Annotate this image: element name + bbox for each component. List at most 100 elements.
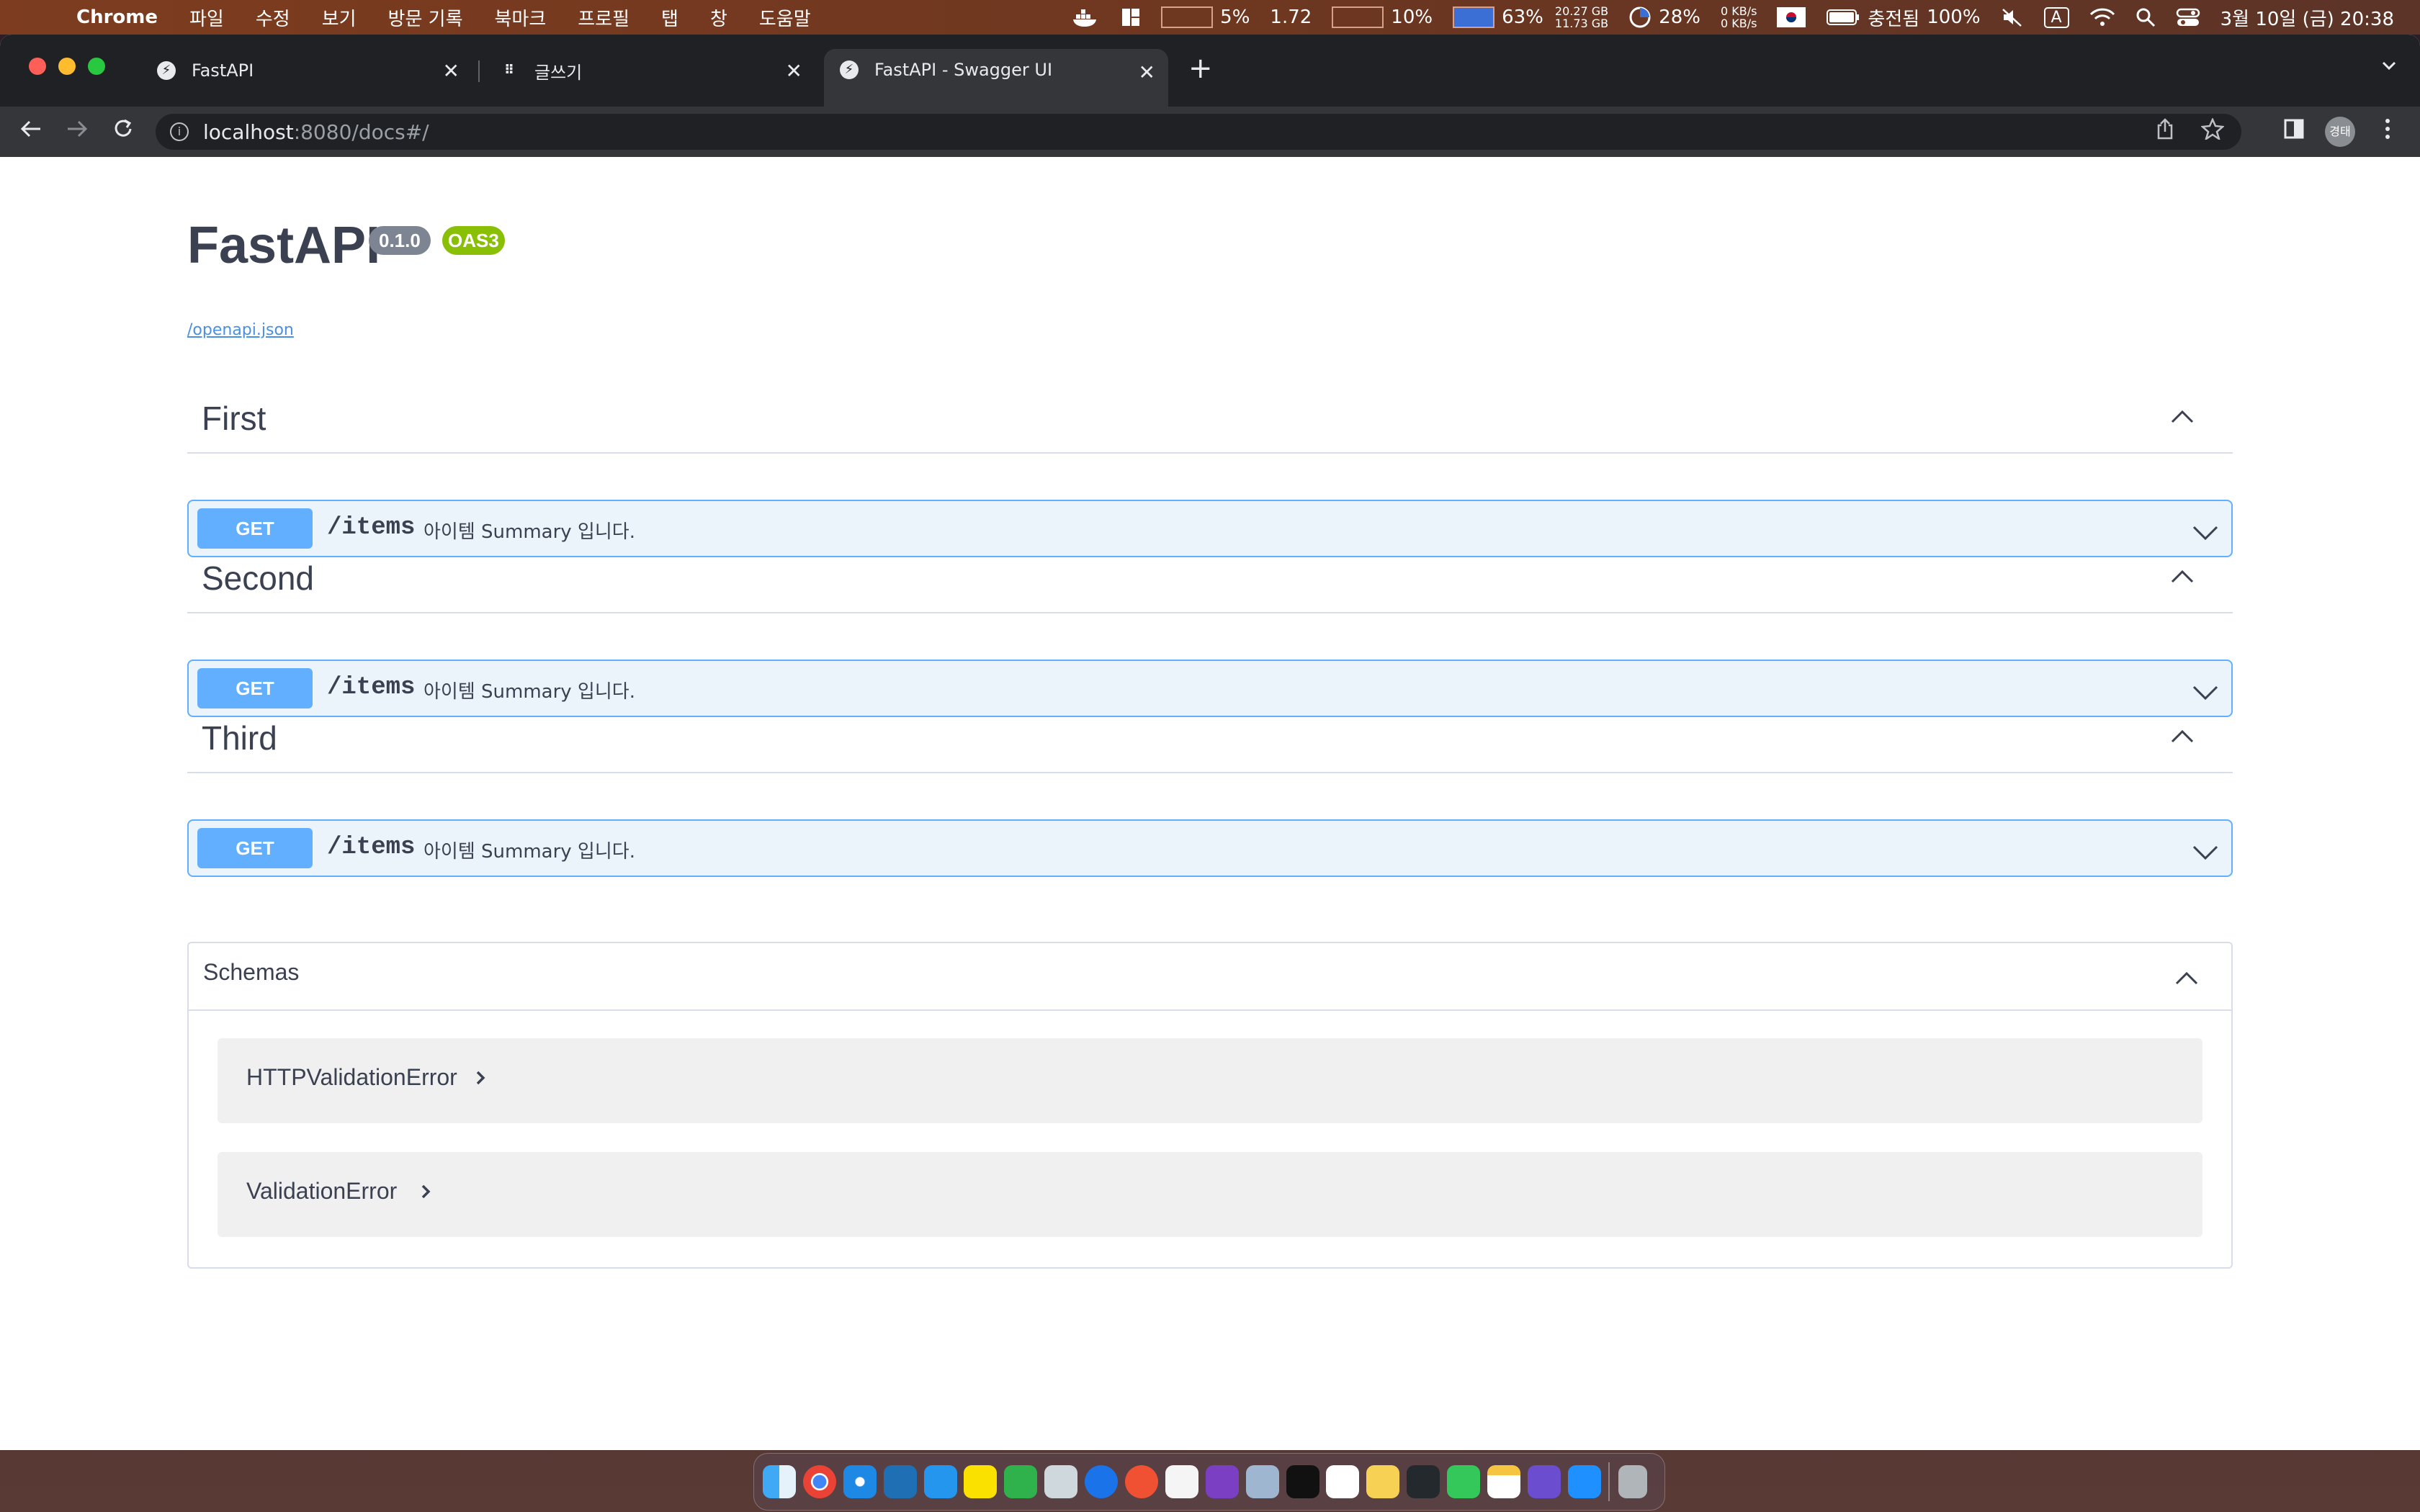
tag-name: First <box>202 400 266 437</box>
menu-tab[interactable]: 탭 <box>661 4 678 31</box>
chevron-down-icon[interactable] <box>2191 677 2220 706</box>
menu-window[interactable]: 창 <box>710 4 727 31</box>
tag-section-third[interactable]: Third <box>187 704 2233 773</box>
tab-fastapi[interactable]: ⚡ FastAPI ✕ <box>141 50 472 91</box>
new-tab-plus-icon[interactable]: + <box>1188 52 1213 85</box>
menu-help[interactable]: 도움말 <box>759 4 811 31</box>
notes-icon[interactable] <box>1487 1465 1521 1498</box>
finder-icon[interactable] <box>763 1465 796 1498</box>
tag-section-first[interactable]: First <box>187 384 2233 454</box>
profile-avatar[interactable]: 경태 <box>2325 117 2355 147</box>
messages-icon[interactable] <box>1004 1465 1038 1498</box>
bookmark-star-icon[interactable] <box>2200 117 2225 145</box>
docker-icon[interactable] <box>1072 7 1101 27</box>
safari-icon[interactable] <box>843 1465 877 1498</box>
stickies-icon[interactable] <box>1366 1465 1400 1498</box>
chevron-down-icon[interactable] <box>2191 517 2220 546</box>
battery-icon <box>1827 9 1860 25</box>
virtualbox-icon[interactable] <box>1245 1465 1279 1498</box>
trash-icon[interactable] <box>1618 1465 1647 1498</box>
forward-arrow-icon[interactable] <box>62 117 92 147</box>
tab-search-chevron-down-icon[interactable] <box>2380 56 2398 80</box>
schema-model-httpvalidationerror[interactable]: HTTPValidationError <box>218 1038 2202 1123</box>
url-host: localhost <box>203 120 294 144</box>
operation-path: /items <box>327 674 416 701</box>
facetime-icon[interactable] <box>1447 1465 1481 1498</box>
tab-close-icon[interactable]: ✕ <box>443 59 460 83</box>
load-monitor[interactable]: 1.72 <box>1270 6 1312 28</box>
clock[interactable]: 3월 10일 (금) 20:38 <box>2220 4 2394 31</box>
schema-model-validationerror[interactable]: ValidationError <box>218 1152 2202 1237</box>
preview-icon[interactable] <box>1044 1465 1078 1498</box>
network-monitor[interactable]: 0 KB/s 0 KB/s <box>1721 5 1757 30</box>
github-icon[interactable] <box>1407 1465 1440 1498</box>
operation-get-items-third[interactable]: GET /items 아이템 Summary 입니다. <box>187 819 2233 877</box>
more-menu-icon[interactable] <box>2372 117 2403 147</box>
memory-monitor[interactable]: 63% 20.27 GB 11.73 GB <box>1453 5 1608 30</box>
input-source-label: A <box>2043 6 2069 28</box>
cpu-graph <box>1161 6 1214 28</box>
menu-bookmarks[interactable]: 북마크 <box>495 4 547 31</box>
spotlight-search-icon[interactable] <box>2136 7 2156 27</box>
menu-history[interactable]: 방문 기록 <box>388 4 463 31</box>
wifi-icon[interactable] <box>2089 7 2115 27</box>
chevron-up-icon[interactable] <box>2168 721 2197 750</box>
version-badge: 0.1.0 <box>369 226 431 255</box>
reload-icon[interactable] <box>108 117 138 147</box>
side-panel-icon[interactable] <box>2279 117 2309 147</box>
cpu-monitor[interactable]: 5% <box>1161 6 1250 28</box>
mute-icon[interactable] <box>2001 7 2024 27</box>
openapi-json-link[interactable]: /openapi.json <box>187 321 294 339</box>
battery-percent: 100% <box>1927 6 1981 28</box>
gpu-monitor[interactable]: 10% <box>1332 6 1433 28</box>
chevron-right-icon[interactable] <box>474 1067 488 1094</box>
notes-app-icon[interactable] <box>1165 1465 1198 1498</box>
menu-view[interactable]: 보기 <box>322 4 357 31</box>
back-arrow-icon[interactable] <box>16 117 46 147</box>
cpu-percent: 5% <box>1220 6 1250 28</box>
tableplus-icon[interactable] <box>1527 1465 1561 1498</box>
menu-profiles[interactable]: 프로필 <box>578 4 629 31</box>
app-store-icon[interactable] <box>1567 1465 1601 1498</box>
chevron-up-icon[interactable] <box>2168 402 2197 431</box>
chevron-up-icon[interactable] <box>2172 963 2201 992</box>
kakaotalk-icon[interactable] <box>964 1465 998 1498</box>
tab-close-icon[interactable]: ✕ <box>786 59 802 83</box>
visual-studio-icon[interactable] <box>1205 1465 1239 1498</box>
tag-section-second[interactable]: Second <box>187 544 2233 613</box>
operation-path: /items <box>327 834 416 861</box>
chevron-right-icon[interactable] <box>419 1181 434 1208</box>
docker-icon[interactable] <box>923 1465 957 1498</box>
chrome-icon[interactable] <box>802 1465 836 1498</box>
menu-file[interactable]: 파일 <box>189 4 224 31</box>
disk-monitor[interactable]: 28% <box>1628 6 1700 29</box>
tag-name: Third <box>202 719 277 757</box>
url-path: :8080/docs#/ <box>293 120 429 144</box>
tab-close-icon[interactable]: ✕ <box>1139 60 1155 84</box>
dev-tool-icon[interactable] <box>1125 1465 1159 1498</box>
apple-icon[interactable] <box>27 6 48 29</box>
share-icon[interactable] <box>2155 118 2175 145</box>
minimize-window-button[interactable] <box>58 58 76 75</box>
chevron-down-icon[interactable] <box>2191 837 2220 865</box>
terminal-icon[interactable] <box>1286 1465 1319 1498</box>
input-source[interactable]: A <box>2043 6 2069 28</box>
battery-status[interactable]: 충전됨 100% <box>1826 4 1981 31</box>
tab-title: 글쓰기 <box>534 62 583 83</box>
maps-icon[interactable] <box>1085 1465 1119 1498</box>
slack-icon[interactable] <box>1326 1465 1360 1498</box>
tab-swagger-ui[interactable]: ⚡ FastAPI - Swagger UI ✕ <box>824 49 1168 107</box>
menu-edit[interactable]: 수정 <box>256 4 290 31</box>
chevron-up-icon[interactable] <box>2168 562 2197 590</box>
vscode-icon[interactable] <box>883 1465 917 1498</box>
menu-app-name[interactable]: Chrome <box>76 6 158 28</box>
schemas-header[interactable]: Schemas <box>189 943 2231 1011</box>
korean-flag-icon[interactable] <box>1777 7 1806 27</box>
maximize-window-button[interactable] <box>88 58 105 75</box>
tab-writing[interactable]: ⠿ 글쓰기 ✕ <box>484 50 815 91</box>
window-layout-icon[interactable] <box>1121 7 1141 27</box>
control-center-icon[interactable] <box>2176 7 2200 27</box>
address-bar[interactable]: i localhost:8080/docs#/ <box>156 114 2241 150</box>
site-info-icon[interactable]: i <box>170 122 189 141</box>
close-window-button[interactable] <box>29 58 46 75</box>
